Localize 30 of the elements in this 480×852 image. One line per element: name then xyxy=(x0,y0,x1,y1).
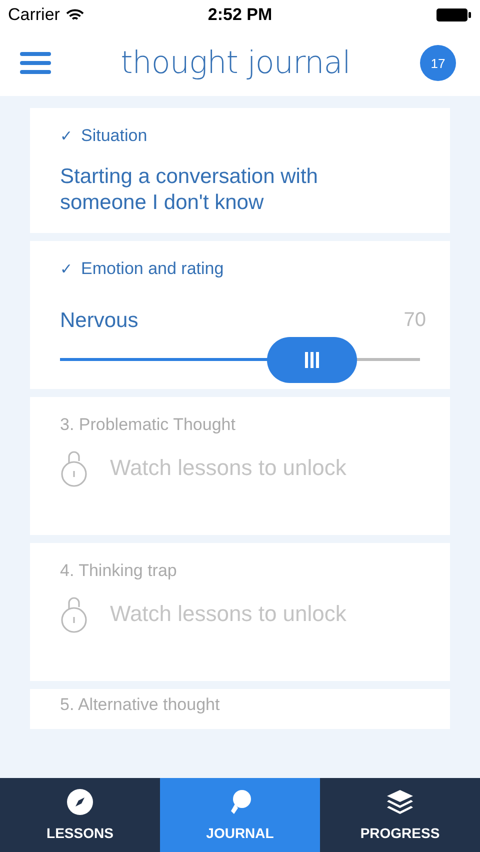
section-card[interactable]: ✓ Emotion and rating Nervous 70 xyxy=(30,241,450,389)
section-title: 3. Problematic Thought xyxy=(60,415,236,435)
compass-icon xyxy=(67,789,93,815)
app-title: thought journal xyxy=(120,45,350,81)
unlock-hint: Watch lessons to unlock xyxy=(110,455,346,481)
section-title: Emotion and rating xyxy=(81,259,224,279)
unlock-hint: Watch lessons to unlock xyxy=(110,601,346,627)
grip-icon xyxy=(304,352,320,368)
check-mark: ✓ xyxy=(60,127,73,145)
situation-text: Starting a conversation with someone I don't know xyxy=(60,164,319,216)
lightbulb-icon xyxy=(228,789,252,815)
wifi-icon xyxy=(66,8,84,22)
rating-value: 70 xyxy=(404,309,426,333)
notification-badge[interactable]: 17 xyxy=(420,45,456,81)
battery-icon xyxy=(436,8,472,22)
section-card[interactable]: ✓ Situation Starting a conversation with someone I don't know xyxy=(30,108,450,233)
emotion-label: Nervous xyxy=(60,309,138,333)
menu-icon[interactable] xyxy=(20,52,51,74)
carrier-label: Carrier xyxy=(8,5,60,25)
tab[interactable]: JOURNAL xyxy=(160,778,320,852)
layers-icon xyxy=(386,789,414,815)
rating-slider[interactable] xyxy=(60,337,420,383)
section-title: 4. Thinking trap xyxy=(60,561,177,581)
check-mark: ✓ xyxy=(60,260,73,278)
status-time: 2:52 PM xyxy=(208,5,272,25)
section-title: 5. Alternative thought xyxy=(60,695,220,715)
slider-thumb[interactable] xyxy=(267,337,357,383)
padlock-icon xyxy=(60,449,88,487)
padlock-icon xyxy=(60,595,88,633)
section-title: Situation xyxy=(81,126,148,146)
